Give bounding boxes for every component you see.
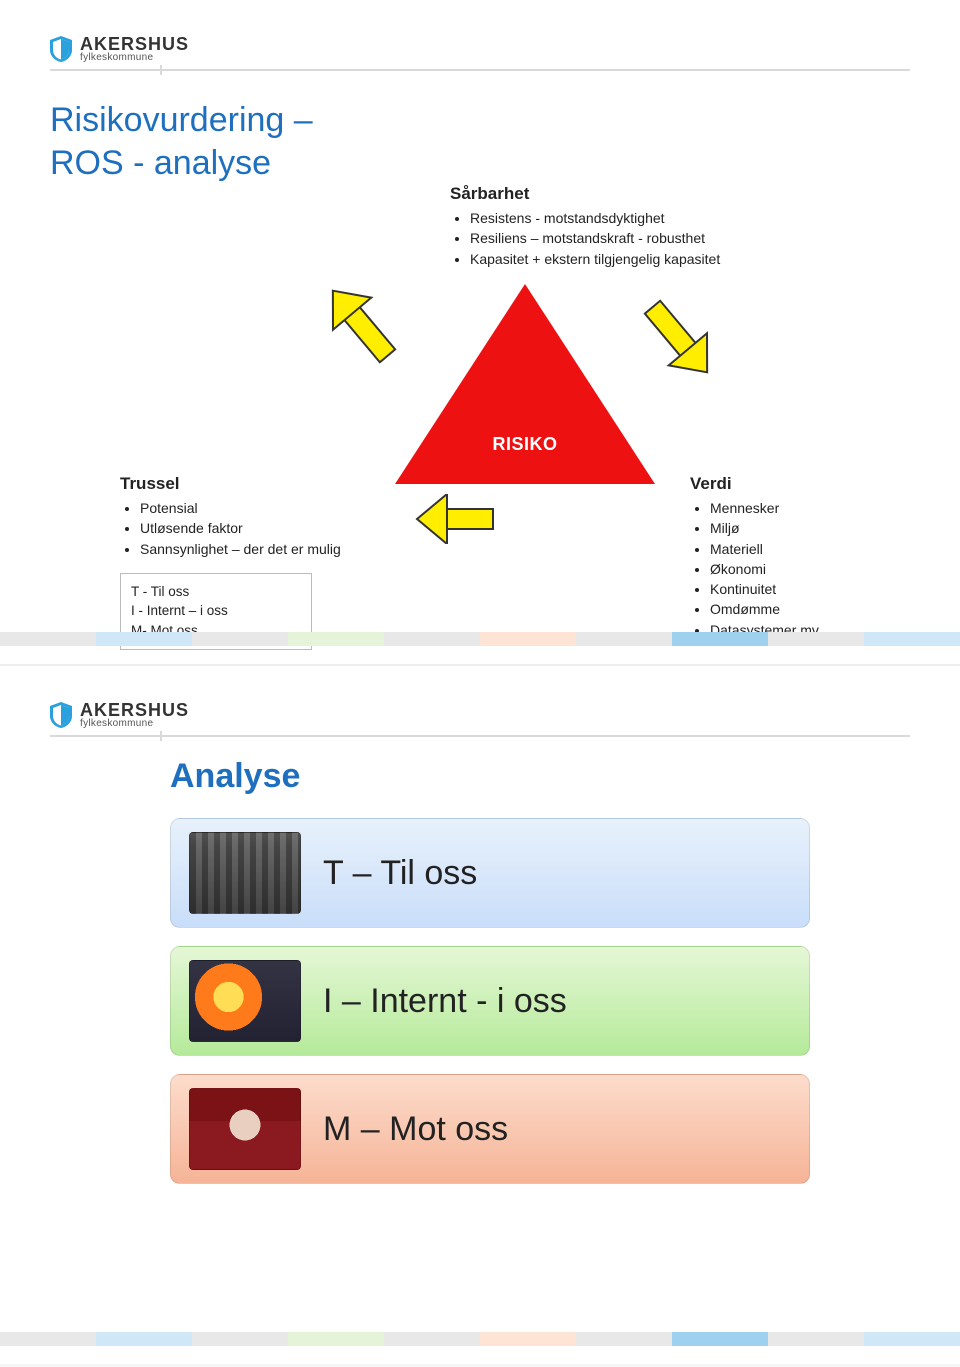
- verdi-head: Verdi: [690, 474, 940, 494]
- verdi-item: Omdømme: [710, 599, 940, 619]
- footbar-seg: [96, 632, 192, 646]
- verdi-block: Verdi Mennesker Miljø Materiell Økonomi …: [690, 474, 940, 640]
- slide-1: AKERSHUS fylkeskommune Risikovurdering –…: [0, 0, 960, 664]
- trussel-item: Sannsynlighet – der det er mulig: [140, 539, 350, 559]
- footer-color-bar: [0, 1332, 960, 1346]
- akershus-logo-icon: [50, 702, 72, 728]
- sarbarhet-item: Resistens - motstandsdyktighet: [470, 208, 870, 228]
- verdi-item: Mennesker: [710, 498, 940, 518]
- footbar-seg: [288, 632, 384, 646]
- tim-t: T - Til oss: [131, 582, 301, 602]
- row-label: I – Internt - i oss: [323, 982, 567, 1021]
- footbar-seg: [288, 1332, 384, 1346]
- footbar-seg: [864, 1332, 960, 1346]
- footbar-seg: [384, 632, 480, 646]
- analyse-rows: T – Til oss I – Internt - i oss M – Mot …: [170, 818, 810, 1184]
- footbar-seg: [768, 1332, 864, 1346]
- analyse-row-i: I – Internt - i oss: [170, 946, 810, 1056]
- brand-sub: fylkeskommune: [80, 53, 189, 63]
- analyse-row-m: M – Mot oss: [170, 1074, 810, 1184]
- sarbarhet-item: Kapasitet + ekstern tilgjengelig kapasit…: [470, 249, 870, 269]
- sarbarhet-list: Resistens - motstandsdyktighet Resiliens…: [450, 208, 870, 269]
- footbar-seg: [768, 632, 864, 646]
- slide1-body: Sårbarhet Resistens - motstandsdyktighet…: [50, 184, 910, 654]
- footbar-seg: [480, 632, 576, 646]
- footbar-seg: [192, 632, 288, 646]
- trussel-item: Utløsende faktor: [140, 518, 350, 538]
- sarbarhet-head: Sårbarhet: [450, 184, 870, 204]
- thumb-fire-icon: [189, 960, 301, 1042]
- brand-sub: fylkeskommune: [80, 719, 189, 729]
- sarbarhet-block: Sårbarhet Resistens - motstandsdyktighet…: [450, 184, 870, 269]
- trussel-block: Trussel Potensial Utløsende faktor Sanns…: [120, 474, 350, 650]
- title-line-2: ROS - analyse: [50, 144, 271, 182]
- brand-name: AKERSHUS: [80, 701, 189, 719]
- thumb-traffic-icon: [189, 832, 301, 914]
- header-divider: [50, 735, 910, 737]
- verdi-item: Kontinuitet: [710, 579, 940, 599]
- footbar-seg: [672, 1332, 768, 1346]
- verdi-item: Materiell: [710, 539, 940, 559]
- slide-title: Risikovurdering – ROS - analyse: [50, 99, 313, 184]
- tim-i: I - Internt – i oss: [131, 601, 301, 621]
- footbar-seg: [0, 632, 96, 646]
- brand-text: AKERSHUS fylkeskommune: [80, 701, 189, 729]
- trussel-item: Potensial: [140, 498, 350, 518]
- footbar-seg: [576, 1332, 672, 1346]
- brand-name: AKERSHUS: [80, 35, 189, 53]
- footbar-seg: [480, 1332, 576, 1346]
- row-label: T – Til oss: [323, 854, 477, 893]
- analyse-row-t: T – Til oss: [170, 818, 810, 928]
- footbar-seg: [384, 1332, 480, 1346]
- trussel-head: Trussel: [120, 474, 350, 494]
- sarbarhet-item: Resiliens – motstandskraft - robusthet: [470, 228, 870, 248]
- footer-color-bar: [0, 632, 960, 646]
- verdi-list: Mennesker Miljø Materiell Økonomi Kontin…: [690, 498, 940, 640]
- footbar-seg: [96, 1332, 192, 1346]
- footbar-seg: [864, 632, 960, 646]
- brand-header: AKERSHUS fylkeskommune: [50, 35, 910, 63]
- trussel-list: Potensial Utløsende faktor Sannsynlighet…: [120, 498, 350, 559]
- footbar-seg: [576, 632, 672, 646]
- risiko-label: RISIKO: [395, 434, 655, 455]
- brand-header: AKERSHUS fylkeskommune: [50, 701, 910, 729]
- slide2-title: Analyse: [170, 757, 910, 796]
- title-line-1: Risikovurdering –: [50, 101, 313, 139]
- slide-2: AKERSHUS fylkeskommune Analyse T – Til o…: [0, 664, 960, 1364]
- brand-text: AKERSHUS fylkeskommune: [80, 35, 189, 63]
- akershus-logo-icon: [50, 36, 72, 62]
- footbar-seg: [0, 1332, 96, 1346]
- row-label: M – Mot oss: [323, 1110, 508, 1149]
- verdi-item: Økonomi: [710, 559, 940, 579]
- verdi-item: Miljø: [710, 518, 940, 538]
- thumb-person-icon: [189, 1088, 301, 1170]
- risiko-triangle: RISIKO: [395, 284, 655, 504]
- footbar-seg: [192, 1332, 288, 1346]
- footbar-seg: [672, 632, 768, 646]
- header-divider: [50, 69, 910, 71]
